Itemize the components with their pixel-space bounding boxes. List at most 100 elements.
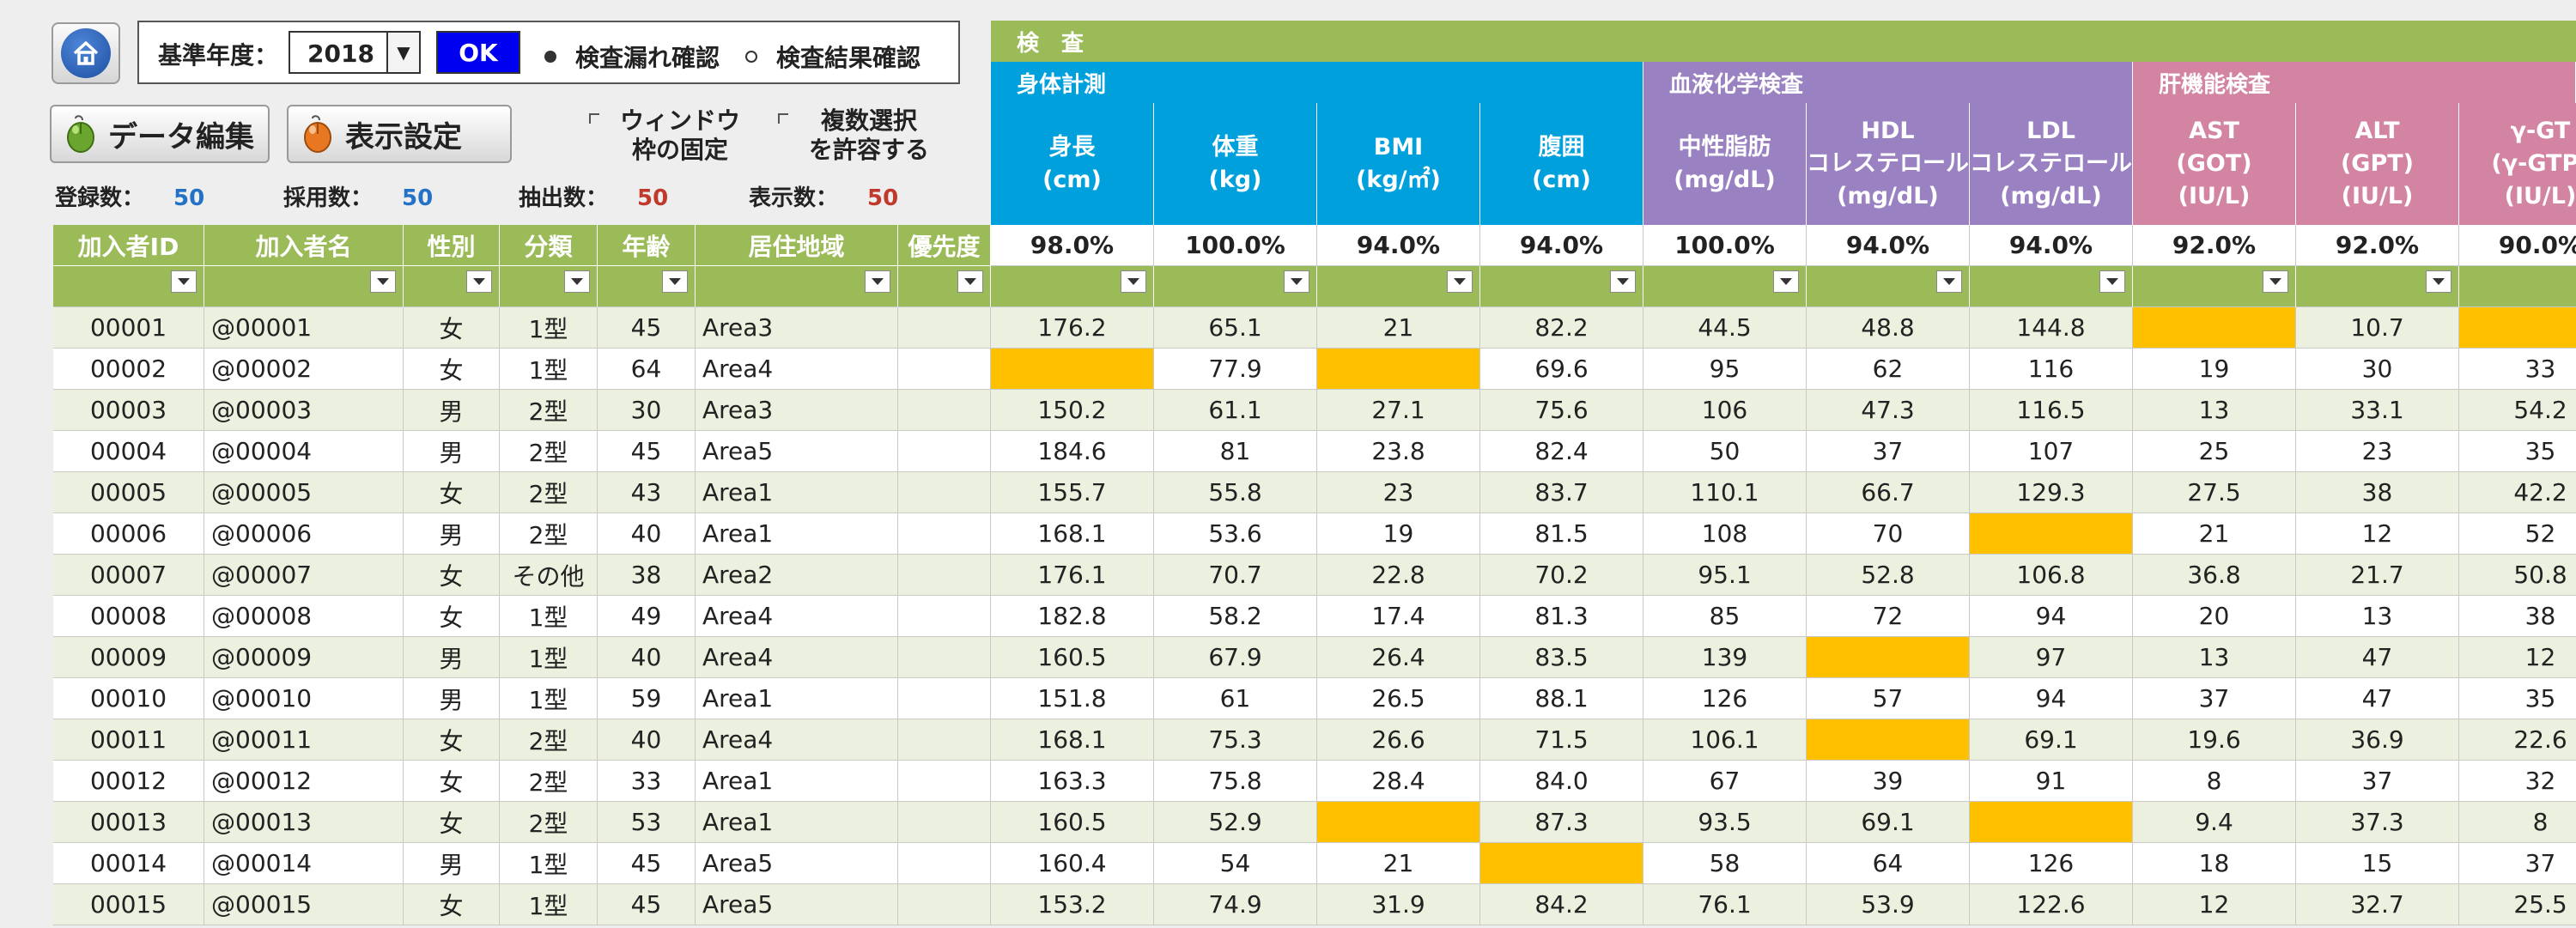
table-cell[interactable]: 2型: [500, 802, 598, 843]
table-cell[interactable]: 116.5: [1970, 390, 2133, 431]
table-cell[interactable]: 13: [2133, 637, 2296, 678]
table-cell[interactable]: 2型: [500, 513, 598, 555]
table-cell[interactable]: 00012: [53, 761, 204, 802]
table-cell[interactable]: 1型: [500, 349, 598, 390]
table-cell[interactable]: 00004: [53, 431, 204, 472]
table-cell[interactable]: [898, 513, 991, 555]
table-cell[interactable]: 139: [1643, 637, 1807, 678]
table-cell[interactable]: @00012: [204, 761, 404, 802]
table-cell[interactable]: [1317, 802, 1480, 843]
table-cell[interactable]: 19.6: [2133, 719, 2296, 761]
table-cell[interactable]: 17.4: [1317, 596, 1480, 637]
table-cell[interactable]: 43: [598, 472, 696, 513]
table-cell[interactable]: 25.5: [2459, 884, 2576, 925]
table-cell[interactable]: 2型: [500, 719, 598, 761]
table-cell[interactable]: [898, 637, 991, 678]
table-cell[interactable]: @00010: [204, 678, 404, 719]
table-cell[interactable]: 1型: [500, 884, 598, 925]
table-cell[interactable]: 94: [1970, 596, 2133, 637]
table-cell[interactable]: 27.5: [2133, 472, 2296, 513]
table-cell[interactable]: 26.5: [1317, 678, 1480, 719]
table-cell[interactable]: 93.5: [1643, 802, 1807, 843]
table-cell[interactable]: [1970, 513, 2133, 555]
table-cell[interactable]: 67.9: [1154, 637, 1317, 678]
table-cell[interactable]: 45: [598, 843, 696, 884]
table-cell[interactable]: 126: [1643, 678, 1807, 719]
radio-results-check[interactable]: 検査結果確認: [745, 39, 920, 74]
table-cell[interactable]: 00015: [53, 884, 204, 925]
table-cell[interactable]: 67: [1643, 761, 1807, 802]
table-cell[interactable]: 106.8: [1970, 555, 2133, 596]
table-cell[interactable]: 23.8: [1317, 431, 1480, 472]
table-cell[interactable]: 1型: [500, 596, 598, 637]
table-cell[interactable]: Area4: [696, 596, 898, 637]
table-cell[interactable]: [898, 349, 991, 390]
table-cell[interactable]: 84.2: [1480, 884, 1643, 925]
table-cell[interactable]: 30: [598, 390, 696, 431]
freeze-panes-checkbox[interactable]: ウィンドウ 枠の固定: [589, 106, 740, 165]
table-cell[interactable]: 55.8: [1154, 472, 1317, 513]
table-cell[interactable]: 54: [1154, 843, 1317, 884]
table-cell[interactable]: Area1: [696, 761, 898, 802]
table-cell[interactable]: 2型: [500, 472, 598, 513]
table-cell[interactable]: 58.2: [1154, 596, 1317, 637]
table-cell[interactable]: 151.8: [991, 678, 1154, 719]
table-cell[interactable]: Area4: [696, 637, 898, 678]
table-cell[interactable]: Area2: [696, 555, 898, 596]
table-cell[interactable]: [898, 761, 991, 802]
table-cell[interactable]: 2型: [500, 431, 598, 472]
table-cell[interactable]: @00008: [204, 596, 404, 637]
table-cell[interactable]: 81.3: [1480, 596, 1643, 637]
table-cell[interactable]: 52.9: [1154, 802, 1317, 843]
table-cell[interactable]: 81: [1154, 431, 1317, 472]
table-cell[interactable]: 8: [2459, 802, 2576, 843]
filter-dropdown-icon[interactable]: [370, 270, 396, 293]
table-cell[interactable]: @00011: [204, 719, 404, 761]
table-cell[interactable]: 69.6: [1480, 349, 1643, 390]
table-cell[interactable]: 168.1: [991, 719, 1154, 761]
table-cell[interactable]: 36.9: [2296, 719, 2459, 761]
table-cell[interactable]: 21: [1317, 307, 1480, 349]
table-cell[interactable]: [898, 802, 991, 843]
table-cell[interactable]: Area1: [696, 513, 898, 555]
table-cell[interactable]: 97: [1970, 637, 2133, 678]
table-cell[interactable]: 00002: [53, 349, 204, 390]
ok-button[interactable]: OK: [436, 31, 520, 74]
table-cell[interactable]: 144.8: [1970, 307, 2133, 349]
table-cell[interactable]: 83.5: [1480, 637, 1643, 678]
table-cell[interactable]: 00006: [53, 513, 204, 555]
table-cell[interactable]: 35: [2459, 431, 2576, 472]
table-cell[interactable]: 49: [598, 596, 696, 637]
table-cell[interactable]: 42.2: [2459, 472, 2576, 513]
table-cell[interactable]: 33: [2459, 349, 2576, 390]
table-cell[interactable]: 1型: [500, 307, 598, 349]
table-cell[interactable]: 21.7: [2296, 555, 2459, 596]
table-cell[interactable]: 21: [1317, 843, 1480, 884]
table-cell[interactable]: 52: [2459, 513, 2576, 555]
table-cell[interactable]: 1型: [500, 637, 598, 678]
filter-dropdown-icon[interactable]: [1284, 270, 1309, 293]
table-cell[interactable]: 8: [2133, 761, 2296, 802]
table-cell[interactable]: [898, 307, 991, 349]
filter-dropdown-icon[interactable]: [662, 270, 688, 293]
filter-dropdown-icon[interactable]: [2263, 270, 2288, 293]
table-cell[interactable]: 36.8: [2133, 555, 2296, 596]
table-cell[interactable]: 54.2: [2459, 390, 2576, 431]
table-cell[interactable]: 61.1: [1154, 390, 1317, 431]
table-cell[interactable]: [1317, 349, 1480, 390]
table-cell[interactable]: 13: [2133, 390, 2296, 431]
table-cell[interactable]: 21: [2133, 513, 2296, 555]
table-cell[interactable]: 61: [1154, 678, 1317, 719]
table-cell[interactable]: @00003: [204, 390, 404, 431]
table-cell[interactable]: 48.8: [1807, 307, 1970, 349]
table-cell[interactable]: 32: [2459, 761, 2576, 802]
table-cell[interactable]: 150.2: [991, 390, 1154, 431]
filter-dropdown-icon[interactable]: [466, 270, 492, 293]
table-cell[interactable]: 82.4: [1480, 431, 1643, 472]
table-cell[interactable]: [898, 431, 991, 472]
filter-dropdown-icon[interactable]: [1610, 270, 1636, 293]
table-cell[interactable]: 153.2: [991, 884, 1154, 925]
table-cell[interactable]: 58: [1643, 843, 1807, 884]
table-cell[interactable]: 22.8: [1317, 555, 1480, 596]
table-cell[interactable]: Area5: [696, 884, 898, 925]
